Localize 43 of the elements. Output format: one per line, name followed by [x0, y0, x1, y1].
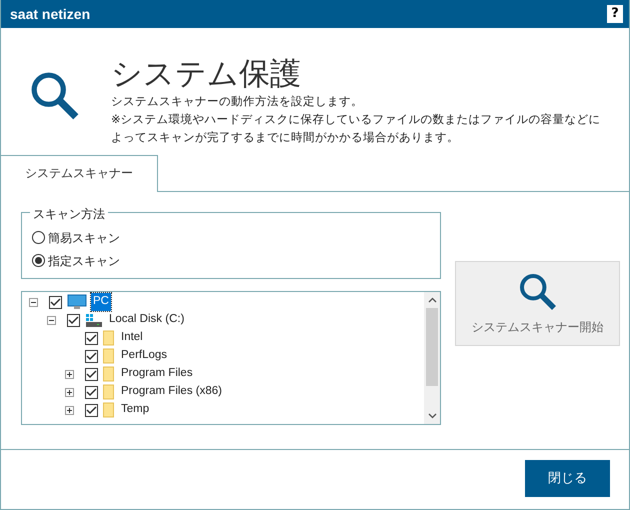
- checkbox[interactable]: [85, 368, 98, 380]
- drive-icon: [85, 312, 103, 328]
- window-title: saat netizen: [10, 4, 90, 24]
- description-text: システムスキャナーの動作方法を設定します。: [111, 93, 364, 110]
- folder-icon: [103, 384, 115, 400]
- radio-button[interactable]: [32, 231, 45, 244]
- close-button[interactable]: 閉じる: [525, 460, 610, 497]
- radio-label[interactable]: 簡易スキャン: [48, 228, 120, 246]
- tree-item[interactable]: PerfLogs: [119, 347, 170, 365]
- folder-icon: [103, 402, 115, 418]
- help-button[interactable]: ?: [607, 5, 623, 23]
- tab[interactable]: システムスキャナー: [0, 155, 158, 192]
- tree-item[interactable]: Temp: [119, 401, 152, 419]
- tree-item[interactable]: PC: [91, 293, 111, 311]
- search-icon: [29, 70, 81, 122]
- radio-label[interactable]: 指定スキャン: [48, 252, 120, 270]
- collapse-toggle[interactable]: [47, 316, 56, 324]
- checkbox[interactable]: [49, 296, 62, 308]
- checkbox[interactable]: [85, 350, 98, 362]
- note-text: ※システム環境やハードディスクに保存しているファイルの数またはファイルの容量などによってスキャンが完了するまでに時間がかかる場合があります。: [111, 111, 602, 146]
- scrollbar[interactable]: [424, 292, 440, 424]
- monitor-icon: [67, 294, 87, 310]
- start-scan-button[interactable]: システムスキャナー開始: [455, 261, 620, 346]
- folder-icon: [103, 330, 115, 346]
- checkbox[interactable]: [67, 314, 80, 326]
- checkbox[interactable]: [85, 404, 98, 416]
- expand-toggle[interactable]: [65, 370, 74, 378]
- expand-toggle[interactable]: [65, 406, 74, 414]
- collapse-toggle[interactable]: [29, 298, 38, 306]
- folder-icon: [103, 348, 115, 364]
- search-icon: [518, 272, 558, 312]
- tree-item[interactable]: Intel: [119, 329, 145, 347]
- radio-button[interactable]: [32, 254, 45, 267]
- scroll-thumb[interactable]: [426, 308, 438, 386]
- checkbox[interactable]: [85, 386, 98, 398]
- group-legend: スキャン方法: [30, 205, 108, 223]
- tree-item[interactable]: Program Files: [119, 365, 195, 383]
- folder-icon: [103, 366, 115, 382]
- page-title: システム保護: [111, 56, 302, 92]
- tree-item[interactable]: Local Disk (C:): [107, 311, 186, 329]
- checkbox[interactable]: [85, 332, 98, 344]
- expand-toggle[interactable]: [65, 388, 74, 396]
- tree-item[interactable]: Program Files (x86): [119, 383, 224, 401]
